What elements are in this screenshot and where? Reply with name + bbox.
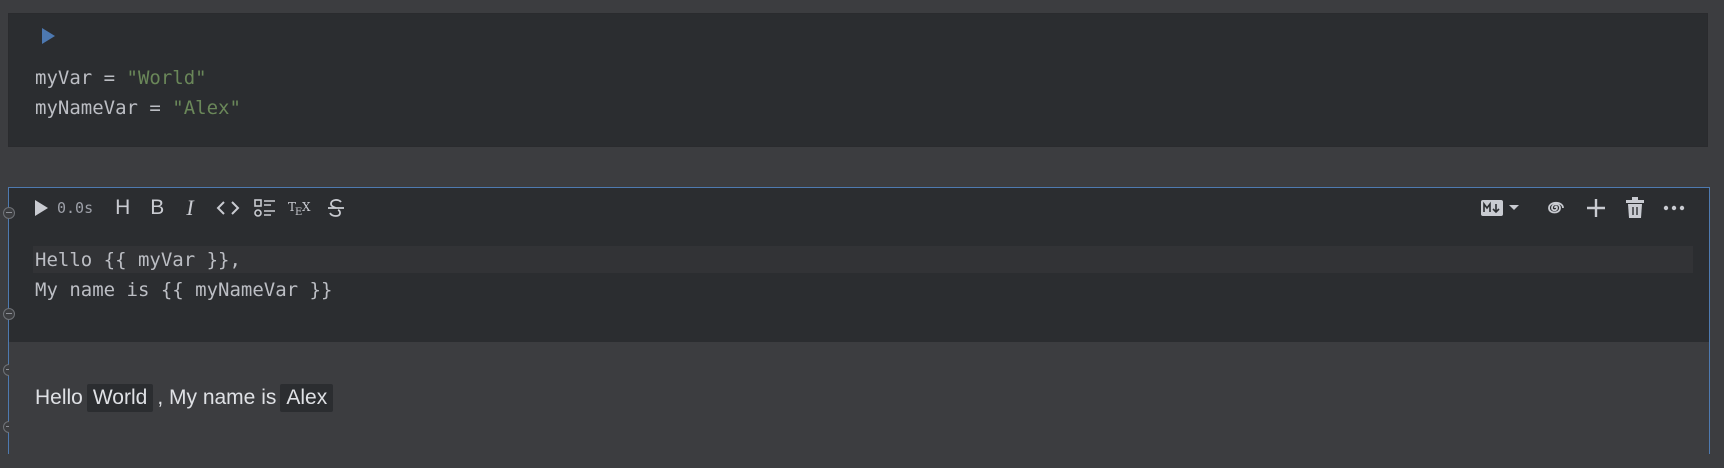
notebook-page: myVar = "World" myNameVar = "Alex" 0.0s …	[0, 0, 1724, 468]
code-icon	[216, 201, 240, 215]
markdown-editor[interactable]: Hello {{ myVar }}, My name is {{ myNameV…	[9, 228, 1709, 330]
code-editor[interactable]: myVar = "World" myNameVar = "Alex"	[35, 63, 241, 123]
italic-icon: I	[186, 195, 194, 220]
spiral-icon	[1548, 201, 1564, 214]
italic-button[interactable]: I	[186, 195, 193, 221]
cell-type-dropdown[interactable]	[1481, 195, 1521, 221]
spiral-button[interactable]	[1543, 195, 1567, 221]
run-icon	[42, 28, 55, 44]
delete-cell-button[interactable]	[1625, 195, 1645, 221]
code-cell[interactable]: myVar = "World" myNameVar = "Alex"	[8, 13, 1708, 147]
execution-time: 0.0s	[57, 199, 94, 217]
markdown-source-line: My name is {{ myNameVar }}	[35, 279, 333, 301]
bold-button[interactable]: B	[150, 195, 164, 221]
markdown-toolbar: 0.0s H B I T E X	[9, 188, 1709, 228]
more-options-button[interactable]	[1663, 195, 1685, 221]
rendered-text-prefix: Hello	[35, 386, 83, 409]
chevron-down-icon	[1509, 205, 1519, 210]
rendered-variable-value: World	[86, 384, 154, 412]
run-markdown-button[interactable]	[33, 195, 49, 221]
tex-icon: T E X	[288, 200, 311, 218]
markdown-cell[interactable]: 0.0s H B I T E X Hello {{myVar}}, My n…	[3, 187, 1710, 454]
markdown-source-line: Hello {{ myVar }},	[35, 249, 241, 271]
add-cell-button[interactable]	[1585, 195, 1607, 221]
strikethrough-icon	[327, 199, 344, 217]
tex-button[interactable]: T E X	[288, 195, 314, 221]
markdown-rendered-output: Hello World , My name is Alex	[9, 342, 1709, 454]
bold-icon: B	[150, 196, 165, 219]
code-button[interactable]	[216, 195, 240, 221]
heading-icon: H	[115, 196, 131, 219]
svg-text:X: X	[302, 200, 311, 214]
run-cell-button[interactable]	[37, 25, 59, 47]
rendered-text-middle: , My name is	[157, 386, 277, 409]
code-line: myNameVar = "Alex"	[35, 97, 241, 119]
code-line: myVar = "World"	[35, 67, 207, 89]
add-icon	[1587, 199, 1605, 217]
heading-button[interactable]: H	[115, 195, 130, 221]
list-icon	[253, 199, 275, 217]
delete-icon	[1626, 197, 1644, 218]
rendered-variable-value: Alex	[280, 384, 334, 412]
list-button[interactable]	[253, 195, 276, 221]
strikethrough-button[interactable]	[326, 195, 346, 221]
more-icon	[1663, 205, 1685, 211]
markdown-mode-icon	[1481, 200, 1503, 216]
run-icon	[35, 200, 48, 216]
